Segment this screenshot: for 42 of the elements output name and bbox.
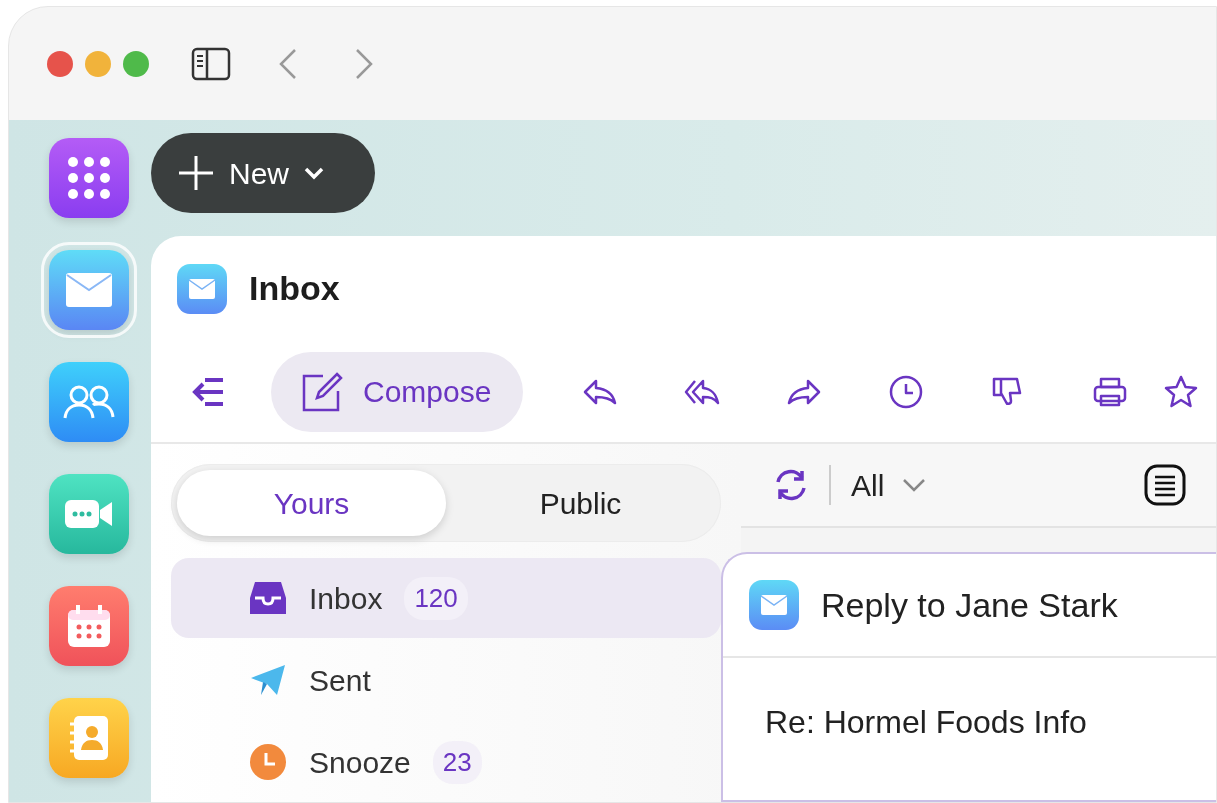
people-app-button[interactable] <box>49 362 129 442</box>
reply-window-title: Reply to Jane Stark <box>821 584 1118 626</box>
apps-grid-icon <box>67 156 111 200</box>
folder-name: Snooze <box>309 744 411 781</box>
list-view-icon[interactable] <box>1144 464 1186 506</box>
video-camera-icon <box>64 498 114 530</box>
clock-icon <box>888 374 925 409</box>
edit-icon <box>301 370 343 413</box>
sidebar-toggle-icon[interactable] <box>191 46 231 81</box>
folder-item[interactable]: Snooze 23 <box>171 722 721 802</box>
mail-icon <box>177 263 227 314</box>
folder-item[interactable]: Sent <box>171 640 721 720</box>
caret-icon <box>303 166 325 180</box>
clock-icon <box>249 743 287 781</box>
back-icon[interactable] <box>277 46 299 81</box>
chevron-down-icon <box>902 478 927 492</box>
subject-text: Re: Hormel Foods Info <box>764 703 1087 742</box>
plus-icon <box>177 154 215 192</box>
apps-grid-app-button[interactable] <box>49 138 129 218</box>
address-book-icon <box>68 714 110 762</box>
star-icon <box>1163 374 1200 409</box>
count-badge: 120 <box>404 576 468 620</box>
close-button[interactable] <box>47 50 73 77</box>
folder-name: Sent <box>309 662 371 699</box>
filter-dropdown[interactable]: All <box>851 462 927 508</box>
segment-tab[interactable]: Public <box>446 470 715 536</box>
segment-tab[interactable]: Yours <box>177 470 446 536</box>
envelope-icon <box>65 272 113 308</box>
forward-icon[interactable] <box>353 46 375 81</box>
menu-collapse-icon[interactable] <box>191 375 225 408</box>
calendar-app-button[interactable] <box>49 586 129 666</box>
folder-item[interactable]: Inbox 120 <box>171 558 721 638</box>
compose-button[interactable]: Compose <box>271 351 524 432</box>
inbox-title: Inbox <box>249 268 340 310</box>
folder-name: Inbox <box>309 580 383 617</box>
people-icon <box>62 384 116 420</box>
refresh-button[interactable] <box>773 468 809 502</box>
calendar-icon <box>66 603 112 649</box>
count-badge: 23 <box>432 740 482 784</box>
tray-icon <box>249 580 287 616</box>
new-button[interactable]: New <box>151 133 375 213</box>
mail-icon <box>749 580 799 630</box>
